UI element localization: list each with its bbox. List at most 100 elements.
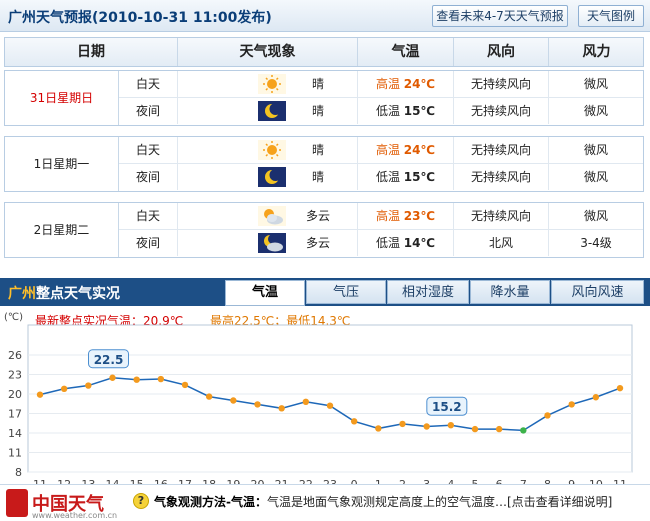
tab-humidity[interactable]: 相对湿度 [387, 280, 469, 304]
temperature-chart: 8111417202326(℃)111213141516171819202122… [4, 312, 633, 484]
temp-label: 高温 [375, 209, 400, 223]
data-point [205, 393, 213, 400]
temperature-cell: 低温 14℃ [358, 230, 454, 256]
y-tick-label: 11 [8, 447, 22, 460]
y-tick-label: 17 [8, 408, 22, 421]
sun-icon [258, 74, 286, 94]
wind-direction: 无持续风向 [454, 98, 549, 124]
tab-pressure[interactable]: 气压 [306, 280, 386, 304]
data-point [495, 425, 503, 433]
forecast-day: 1日星期一 白天晴高温 24℃ 无持续风向 微风 夜间晴低温 15℃ 无持续风向 微风 [4, 136, 644, 192]
temp-label: 低温 [375, 104, 400, 118]
logo-url: www.weather.com.cn [32, 511, 118, 520]
data-point [326, 402, 334, 409]
forecast-row: 白天晴高温 24℃ 无持续风向 微风 [119, 71, 643, 98]
max-callout-label: 22.5 [94, 353, 124, 367]
data-point [85, 382, 92, 389]
day-date: 31日星期日 [5, 71, 119, 125]
weather-text: 多云 [305, 236, 330, 250]
data-point [447, 422, 455, 429]
wind-direction: 北风 [454, 230, 549, 256]
observation-method-note[interactable]: 气象观测方法-气温：气温是地面气象观测规定高度上的空气温度…[点击查看详细说明] [154, 493, 612, 510]
week-forecast-button[interactable]: 查看未来4-7天天气预报 [432, 5, 568, 27]
temperature-cell: 低温 15℃ [358, 164, 454, 190]
forecast-day: 2日星期二 白天 多云 高温 23℃ 无持续风向 微风 夜间 多云 低温 14℃ 北风 3-4级 [4, 202, 644, 258]
data-point [375, 425, 382, 432]
period-label: 白天 [119, 203, 178, 229]
col-wind-dir: 风向 [454, 38, 549, 66]
sun-cloud-icon [258, 206, 286, 226]
wind-force: 微风 [583, 77, 608, 91]
y-tick-label: 14 [8, 427, 22, 440]
wind-direction: 无持续风向 [454, 71, 549, 97]
header-bar: 广州天气预报(2010-10-31 11:00发布) 查看未来4-7天天气预报 … [0, 0, 650, 32]
period-label: 白天 [119, 137, 178, 163]
data-point [157, 375, 165, 383]
wind-force: 微风 [583, 170, 608, 184]
note-link[interactable]: 气温是地面气象观测规定高度上的空气温度…[点击查看详细说明] [267, 495, 612, 509]
cma-logo-icon [6, 489, 28, 517]
data-point [254, 401, 261, 408]
wind-direction: 无持续风向 [454, 137, 549, 163]
data-point [350, 418, 358, 425]
tab-wind[interactable]: 风向风速 [551, 280, 644, 304]
temp-value: 23℃ [403, 209, 436, 223]
temp-value: 14℃ [403, 236, 436, 250]
y-axis-label: (℃) [4, 312, 23, 323]
wind-direction: 无持续风向 [454, 164, 549, 190]
temp-label: 高温 [375, 143, 400, 157]
weather-text: 晴 [311, 104, 324, 118]
forecast-row: 白天 多云 高温 23℃ 无持续风向 微风 [119, 203, 643, 230]
data-point [278, 405, 285, 412]
temperature-cell: 低温 15℃ [358, 98, 454, 124]
temperature-cell: 高温 23℃ [358, 203, 454, 229]
data-point [423, 423, 430, 430]
data-point [230, 397, 237, 404]
col-date: 日期 [5, 38, 178, 66]
data-point [616, 384, 624, 392]
min-callout-label: 15.2 [432, 400, 462, 414]
moon-icon [258, 101, 286, 121]
wind-force: 微风 [583, 209, 608, 223]
forecast-table-header: 日期 天气现象 气温 风向 风力 [4, 37, 644, 67]
data-point [399, 420, 406, 428]
data-point [544, 412, 551, 419]
period-label: 夜间 [119, 164, 178, 190]
tab-precipitation[interactable]: 降水量 [470, 280, 550, 304]
temp-label: 高温 [375, 77, 400, 91]
data-point [302, 398, 310, 405]
col-weather: 天气现象 [178, 38, 358, 66]
data-point [592, 394, 600, 401]
weather-cell: 多云 [178, 203, 358, 229]
y-tick-label: 8 [15, 466, 22, 479]
observation-title: 广州整点天气实况 [8, 283, 120, 303]
col-wind-force: 风力 [582, 44, 611, 60]
forecast-row: 白天晴高温 24℃ 无持续风向 微风 [119, 137, 643, 164]
weather-cell: 晴 [178, 164, 358, 190]
weather-text: 晴 [311, 143, 324, 157]
weather-cell: 晴 [178, 137, 358, 163]
weather-cell: 多云 [178, 230, 358, 256]
weather-legend-button[interactable]: 天气图例 [578, 5, 644, 27]
weather-text: 多云 [305, 209, 330, 223]
period-label: 白天 [119, 71, 178, 97]
temp-value: 24℃ [403, 143, 436, 157]
weather-cell: 晴 [178, 98, 358, 124]
data-point [181, 381, 189, 389]
wind-force: 3-4级 [580, 236, 612, 250]
data-point [60, 385, 68, 392]
footer: 中国天气 www.weather.com.cn ? 气象观测方法-气温：气温是地… [0, 484, 650, 521]
period-label: 夜间 [119, 98, 178, 124]
temp-label: 低温 [375, 236, 400, 250]
forecast-row: 夜间 多云 低温 14℃ 北风 3-4级 [119, 230, 643, 257]
moon-icon [258, 167, 286, 187]
question-icon: ? [133, 493, 149, 509]
y-tick-label: 20 [8, 388, 22, 401]
temp-value: 15℃ [403, 104, 436, 118]
period-label: 夜间 [119, 230, 178, 256]
data-point [471, 425, 479, 433]
temp-value: 24℃ [403, 77, 436, 91]
tab-temperature[interactable]: 气温 [225, 280, 305, 306]
plot-frame [27, 324, 633, 473]
temp-label: 低温 [375, 170, 400, 184]
